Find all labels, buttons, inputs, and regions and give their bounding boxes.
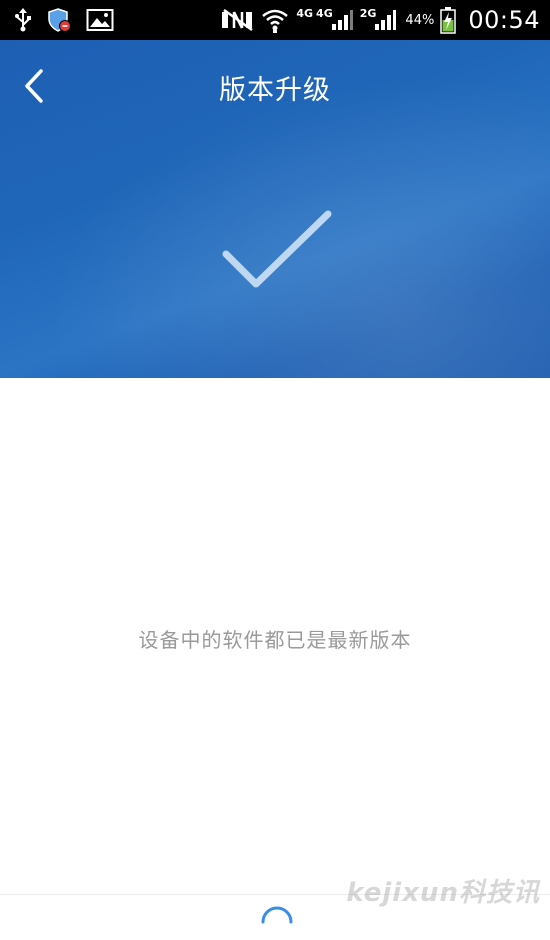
status-bar-left [14, 5, 114, 35]
signal-icon-2: 2G [359, 6, 398, 32]
header: 版本升级 [0, 40, 550, 378]
loading-spinner-icon [261, 906, 293, 924]
mute-icon [220, 8, 254, 32]
network-label-1: 4G [296, 6, 314, 20]
status-bar-right: 4G 4G 2G 44% 00:54 [220, 0, 540, 40]
image-icon [86, 8, 114, 32]
page-title: 版本升级 [219, 75, 331, 106]
signal-icon-1: 4G [316, 6, 354, 32]
network-label-2: 4G [316, 6, 333, 20]
wifi-icon [260, 7, 290, 33]
battery-percentage: 44% [405, 12, 435, 28]
clock: 00:54 [468, 6, 540, 34]
checkmark-icon [222, 210, 332, 288]
battery-charging-icon [440, 6, 457, 34]
watermark: kejixun科技讯 [346, 878, 540, 908]
up-to-date-message: 设备中的软件都已是最新版本 [138, 628, 412, 652]
network-label-3: 2G [359, 6, 377, 20]
status-bar: 4G 4G 2G 44% 00:54 [0, 0, 550, 40]
usb-icon [14, 8, 32, 32]
security-shield-icon [46, 7, 72, 33]
